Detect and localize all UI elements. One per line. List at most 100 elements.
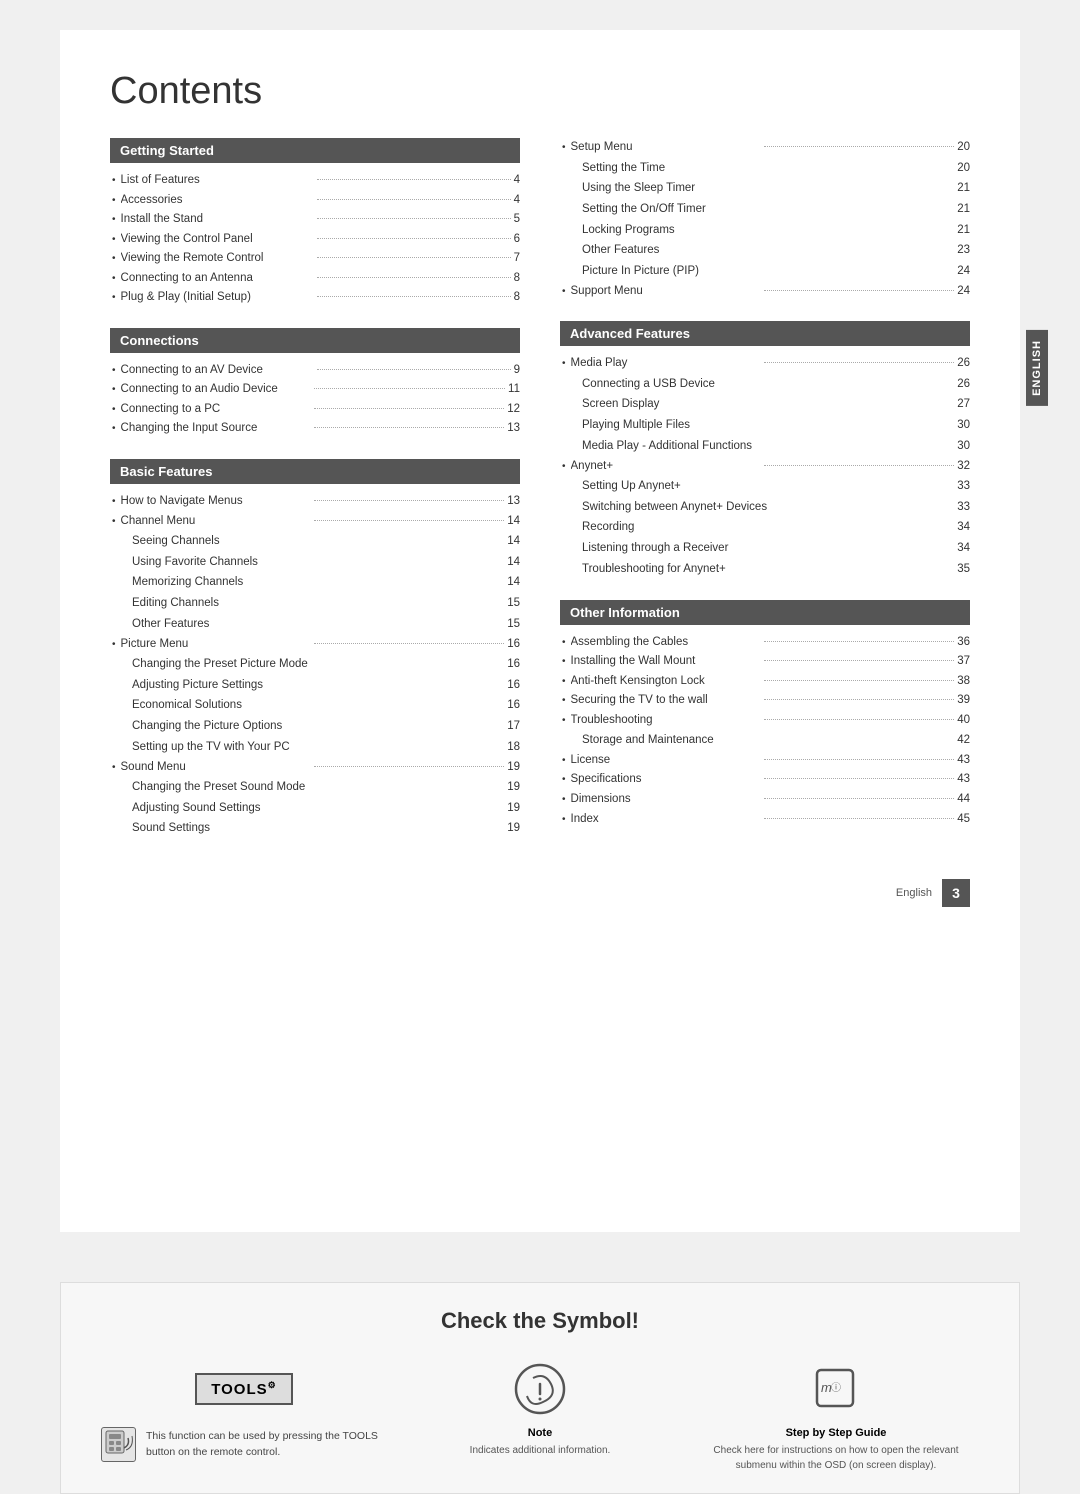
toc-item: • Anynet+ 32 (560, 457, 970, 477)
toc-label: Specifications (571, 770, 761, 790)
toc-label: Accessories (121, 191, 315, 211)
bullet: • (562, 771, 566, 788)
section-header: Basic Features (110, 459, 520, 484)
toc-item: • Securing the TV to the wall 39 (560, 691, 970, 711)
section-header: Connections (110, 328, 520, 353)
sub-label: Sound Settings (132, 818, 502, 839)
toc-page: 6 (514, 230, 520, 250)
toc-page: 9 (514, 361, 520, 381)
bullet: • (562, 752, 566, 769)
sub-item: Recording 34 (560, 517, 970, 538)
toc-label: Media Play (571, 354, 761, 374)
step-icon-area: m ⓘ (809, 1359, 864, 1419)
tools-small-icon (101, 1427, 136, 1462)
note-icon-svg (513, 1362, 568, 1417)
sub-label: Memorizing Channels (132, 572, 502, 593)
sub-page: 16 (507, 695, 520, 716)
tools-remote-svg (104, 1430, 134, 1460)
sub-page: 20 (957, 158, 970, 179)
toc-item: • Media Play 26 (560, 354, 970, 374)
sub-page: 15 (507, 593, 520, 614)
sub-item: Screen Display 27 (560, 394, 970, 415)
toc-label: Install the Stand (121, 210, 315, 230)
toc-item: • Assembling the Cables 36 (560, 633, 970, 653)
toc-item: • Index 45 (560, 810, 970, 830)
sub-item: Memorizing Channels 14 (110, 572, 520, 593)
toc-item: • Troubleshooting 40 (560, 711, 970, 731)
toc-item: • Sound Menu 19 (110, 758, 520, 778)
toc-item: • Accessories 4 (110, 191, 520, 211)
bullet: • (112, 192, 116, 209)
tools-box: TOOLS⚙ (195, 1373, 292, 1405)
toc-page: 24 (957, 282, 970, 302)
toc-page: 8 (514, 269, 520, 289)
sub-item: Other Features 23 (560, 240, 970, 261)
page-title: Contents (110, 70, 970, 113)
check-symbol-section: Check the Symbol! TOOLS⚙ (60, 1282, 1020, 1494)
sub-item: Storage and Maintenance 42 (560, 730, 970, 751)
toc-label: Connecting to an Antenna (121, 269, 315, 289)
toc-page: 38 (957, 672, 970, 692)
toc-label: Plug & Play (Initial Setup) (121, 288, 315, 308)
bullet: • (562, 634, 566, 651)
sub-item: Troubleshooting for Anynet+ 35 (560, 559, 970, 580)
sub-page: 15 (507, 614, 520, 635)
sub-item: Adjusting Picture Settings 16 (110, 675, 520, 696)
toc-item: • Install the Stand 5 (110, 210, 520, 230)
toc-page: 39 (957, 691, 970, 711)
sub-label: Switching between Anynet+ Devices (582, 497, 952, 518)
sub-page: 19 (507, 798, 520, 819)
toc-page: 43 (957, 770, 970, 790)
toc-page: 7 (514, 249, 520, 269)
toc-label: Assembling the Cables (571, 633, 761, 653)
sub-page: 19 (507, 818, 520, 839)
svg-text:ⓘ: ⓘ (831, 1382, 841, 1394)
toc-item: • Installing the Wall Mount 37 (560, 652, 970, 672)
sub-label: Economical Solutions (132, 695, 502, 716)
sub-item: Setting up the TV with Your PC 18 (110, 737, 520, 758)
sub-page: 30 (957, 436, 970, 457)
toc-page: 4 (514, 171, 520, 191)
toc-item: • How to Navigate Menus 13 (110, 492, 520, 512)
bullet: • (562, 791, 566, 808)
toc-page: 37 (957, 652, 970, 672)
main-page: Contents Getting Started • List of Featu… (60, 30, 1020, 1232)
sub-item: Setting the On/Off Timer 21 (560, 199, 970, 220)
tools-description: This function can be used by pressing th… (146, 1429, 387, 1461)
bullet: • (112, 270, 116, 287)
toc-section: Connections • Connecting to an AV Device… (110, 328, 520, 439)
sub-label: Setting Up Anynet+ (582, 476, 952, 497)
sub-label: Setting up the TV with Your PC (132, 737, 502, 758)
tools-icon-area: TOOLS⚙ (195, 1359, 292, 1419)
sub-label: Playing Multiple Files (582, 415, 952, 436)
sub-page: 21 (957, 178, 970, 199)
sub-page: 21 (957, 220, 970, 241)
sub-item: Media Play - Additional Functions 30 (560, 436, 970, 457)
tools-description-row: This function can be used by pressing th… (101, 1427, 387, 1462)
note-name: Note Indicates additional information. (470, 1427, 611, 1458)
toc-section: Basic Features • How to Navigate Menus 1… (110, 459, 520, 839)
sub-page: 42 (957, 730, 970, 751)
contents-grid: Getting Started • List of Features 4 • A… (110, 138, 970, 859)
toc-label: Channel Menu (121, 512, 311, 532)
toc-label: Sound Menu (121, 758, 311, 778)
sub-label: Changing the Preset Picture Mode (132, 654, 502, 675)
toc-page: 26 (957, 354, 970, 374)
sub-item: Changing the Preset Sound Mode 19 (110, 777, 520, 798)
toc-item: • Connecting to an Audio Device 11 (110, 380, 520, 400)
sub-page: 23 (957, 240, 970, 261)
toc-label: Viewing the Control Panel (121, 230, 315, 250)
toc-item: • Picture Menu 16 (110, 635, 520, 655)
bullet: • (112, 172, 116, 189)
sub-item: Locking Programs 21 (560, 220, 970, 241)
toc-page: 8 (514, 288, 520, 308)
toc-section: Advanced Features • Media Play 26 Connec… (560, 321, 970, 579)
sub-label: Setting the On/Off Timer (582, 199, 952, 220)
bullet: • (112, 420, 116, 437)
bullet: • (562, 355, 566, 372)
sub-page: 14 (507, 572, 520, 593)
toc-label: Setup Menu (571, 138, 761, 158)
toc-label: Connecting to an AV Device (121, 361, 315, 381)
footer-lang: English (896, 887, 932, 899)
toc-label: Dimensions (571, 790, 761, 810)
